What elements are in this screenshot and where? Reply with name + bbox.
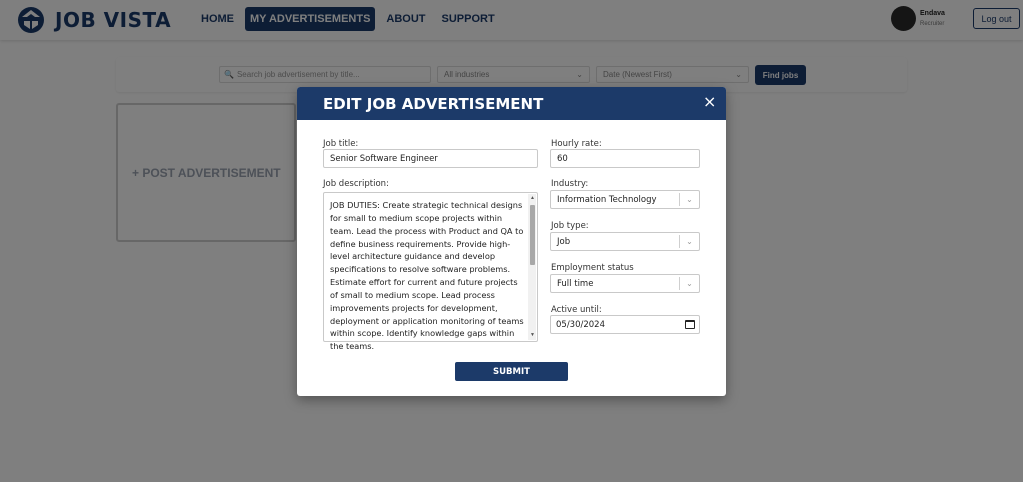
edit-job-modal: EDIT JOB ADVERTISEMENT × Job title: Seni… (297, 87, 726, 396)
job-description-textarea[interactable]: JOB DUTIES: Create strategic technical d… (323, 192, 538, 351)
employment-status-select[interactable]: Full time ⌄ (550, 274, 700, 293)
industry-label: Industry: (551, 179, 589, 189)
hourly-rate-value: 60 (557, 153, 568, 164)
job-type-label: Job type: (551, 221, 589, 231)
scroll-up-arrow-icon[interactable]: ▲ (529, 195, 536, 202)
active-until-value: 05/30/2024 (556, 319, 605, 330)
scroll-thumb[interactable] (530, 205, 535, 265)
scroll-down-arrow-icon[interactable]: ▼ (529, 332, 536, 339)
chevron-down-icon: ⌄ (679, 193, 699, 206)
hourly-rate-label: Hourly rate: (551, 139, 602, 149)
active-until-date-input[interactable]: 05/30/2024 (550, 315, 700, 334)
job-type-value: Job (557, 236, 571, 247)
chevron-down-icon: ⌄ (679, 235, 699, 248)
submit-button[interactable]: SUBMIT (455, 362, 568, 381)
job-title-input[interactable]: Senior Software Engineer (323, 149, 538, 168)
employment-status-value: Full time (557, 278, 594, 289)
industry-select[interactable]: Information Technology ⌄ (550, 190, 700, 209)
job-title-label: Job title: (323, 139, 359, 149)
hourly-rate-input[interactable]: 60 (550, 149, 700, 168)
close-icon[interactable]: × (703, 93, 716, 111)
active-until-label: Active until: (551, 305, 602, 315)
industry-value: Information Technology (557, 194, 657, 205)
calendar-icon[interactable] (685, 320, 695, 329)
job-description-label: Job description: (323, 179, 389, 189)
employment-status-label: Employment status (551, 263, 634, 273)
modal-header: EDIT JOB ADVERTISEMENT × (297, 87, 726, 120)
job-description-value: JOB DUTIES: Create strategic technical d… (330, 200, 527, 352)
modal-title: EDIT JOB ADVERTISEMENT (323, 95, 544, 113)
chevron-down-icon: ⌄ (679, 277, 699, 290)
job-title-value: Senior Software Engineer (330, 153, 438, 164)
job-type-select[interactable]: Job ⌄ (550, 232, 700, 251)
scrollbar[interactable]: ▲ ▼ (528, 194, 536, 340)
